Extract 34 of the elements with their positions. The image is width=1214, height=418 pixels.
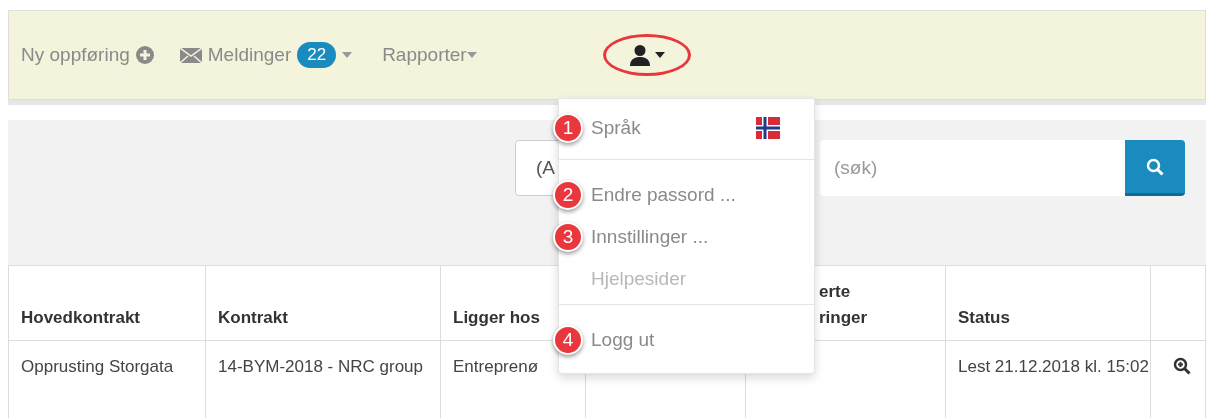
search-button[interactable]	[1125, 140, 1185, 196]
menu-item[interactable]: Endre passord ...	[591, 180, 736, 210]
number-marker: 3	[553, 222, 583, 252]
column-header: Status	[958, 307, 1010, 327]
zoom-in-icon[interactable]	[1173, 357, 1191, 375]
table-cell: 14-BYM-2018 - NRC group	[218, 357, 424, 376]
messages-label: Meldinger	[207, 42, 292, 67]
caret-icon	[466, 52, 477, 58]
column-header: Hovedkontrakt	[21, 307, 141, 327]
menu-item[interactable]: Logg ut	[591, 325, 655, 355]
new-entry-link[interactable]: Ny oppføring	[21, 40, 154, 70]
message-count: 22	[297, 42, 337, 68]
caret-icon	[342, 52, 353, 58]
column-header: erte	[819, 281, 852, 303]
search-icon	[1146, 157, 1164, 176]
messages-menu[interactable]: Meldinger 22	[179, 40, 353, 70]
number-marker: 1	[553, 113, 583, 143]
column-header: ringer	[819, 306, 869, 329]
user-icon	[628, 44, 651, 66]
reports-menu[interactable]: Rapporter	[382, 40, 477, 70]
flag-icon	[756, 117, 780, 139]
search-field[interactable]: (søk)	[820, 140, 1125, 196]
number-marker: 4	[553, 325, 583, 355]
column-header: Ligger hos	[453, 307, 540, 327]
menu-item[interactable]: Språk	[591, 113, 641, 143]
number-marker: 2	[553, 180, 583, 210]
plus-circle-icon	[135, 46, 154, 64]
menu-item[interactable]: Innstillinger ...	[591, 222, 709, 252]
envelope-icon	[179, 47, 202, 63]
caret-icon	[654, 52, 665, 58]
table-cell: Lest 21.12.2018 kl. 15:02	[958, 357, 1149, 376]
table-cell: Opprusting Storgata	[21, 357, 174, 376]
table-cell: Entreprenø	[453, 357, 539, 376]
column-header: Kontrakt	[218, 307, 288, 327]
